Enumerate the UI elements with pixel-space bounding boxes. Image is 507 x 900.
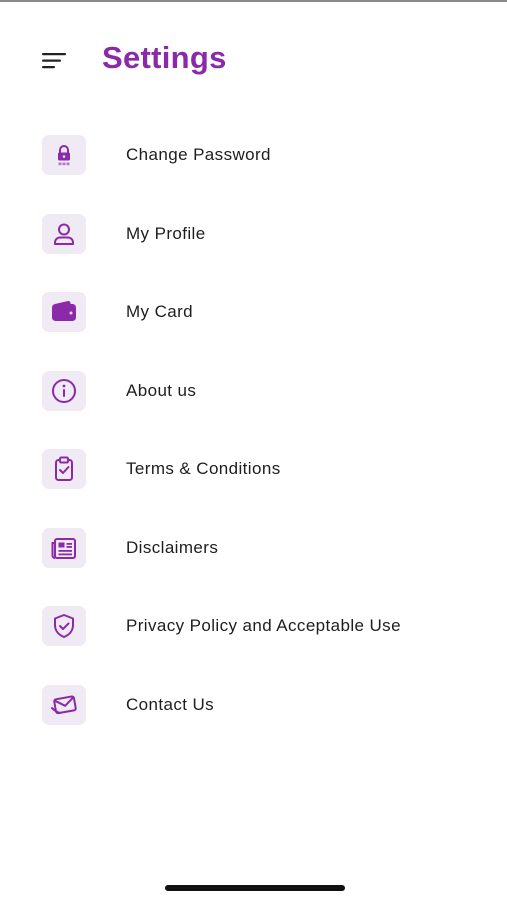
menu-item-label: Change Password: [126, 145, 271, 164]
shield-check-icon: [42, 606, 86, 646]
menu-item-label: Disclaimers: [126, 537, 219, 557]
user-icon: [42, 213, 86, 254]
menu-item-change-password[interactable]: *** Change Password: [0, 115, 507, 194]
mail-icon: [42, 684, 86, 725]
newspaper-icon: [42, 527, 86, 568]
home-indicator[interactable]: [165, 885, 345, 891]
menu-item-label: About us: [126, 380, 197, 400]
svg-text:***: ***: [58, 161, 70, 170]
menu-item-label: Terms & Conditions: [126, 459, 281, 478]
settings-screen: Settings *** Change Password My Profile …: [0, 0, 507, 900]
menu-item-label: Contact Us: [126, 694, 215, 714]
menu-item-disclaimers[interactable]: Disclaimers: [0, 508, 507, 587]
hamburger-menu-icon[interactable]: [38, 50, 70, 74]
menu-item-label: My Card: [126, 302, 194, 321]
menu-item-privacy-policy[interactable]: Privacy Policy and Acceptable Use: [0, 586, 507, 665]
menu-item-contact-us[interactable]: Contact Us: [0, 665, 507, 744]
settings-menu-list: *** Change Password My Profile My Card A…: [0, 115, 507, 743]
menu-item-label: My Profile: [126, 223, 206, 243]
page-title: Settings: [102, 40, 227, 75]
menu-item-my-card[interactable]: My Card: [0, 272, 507, 351]
menu-item-label: Privacy Policy and Acceptable Use: [126, 616, 401, 635]
clipboard-check-icon: [42, 449, 86, 489]
menu-item-my-profile[interactable]: My Profile: [0, 194, 507, 273]
wallet-icon: [42, 292, 86, 332]
lock-icon: ***: [42, 135, 86, 175]
menu-item-terms-conditions[interactable]: Terms & Conditions: [0, 429, 507, 508]
menu-item-about-us[interactable]: About us: [0, 351, 507, 430]
top-divider: [0, 0, 507, 2]
info-icon: [42, 370, 86, 411]
